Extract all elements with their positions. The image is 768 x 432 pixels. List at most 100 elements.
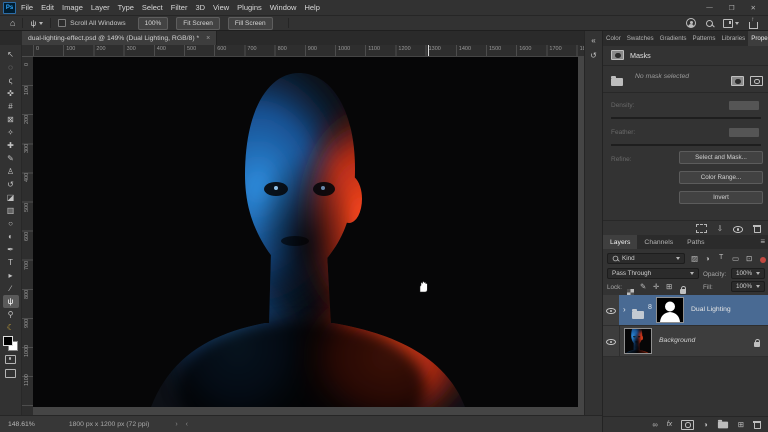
close-window-button[interactable]: ✕ xyxy=(751,4,756,12)
layers-tab-channels[interactable]: Channels xyxy=(637,235,680,249)
search-icon[interactable] xyxy=(706,19,713,27)
panel-tab-patterns[interactable]: Patterns xyxy=(689,31,718,46)
scroll-all-windows-checkbox[interactable] xyxy=(58,19,67,27)
pen-tool[interactable]: ✒ xyxy=(3,243,19,256)
menu-item-3d[interactable]: 3D xyxy=(195,3,205,12)
hand-tool[interactable]: ψ xyxy=(2,295,19,308)
foreground-background-colors[interactable] xyxy=(3,336,18,351)
delete-mask-trash-icon[interactable] xyxy=(753,224,761,233)
opacity-dropdown[interactable]: 100% xyxy=(731,268,765,279)
menu-item-select[interactable]: Select xyxy=(142,3,163,12)
lock-artboard-icon[interactable]: ⊞ xyxy=(666,282,672,291)
canvas-viewport[interactable] xyxy=(33,56,584,415)
gradient-tool[interactable]: ▥ xyxy=(3,204,19,217)
zoom-100-button[interactable]: 100% xyxy=(137,16,169,30)
lock-position-icon[interactable]: ✛ xyxy=(653,282,659,291)
filter-shape-layers-icon[interactable]: ▭ xyxy=(732,254,739,263)
filter-adjustment-layers-icon[interactable]: ◑ xyxy=(705,254,710,263)
healing-brush-tool[interactable]: ✚ xyxy=(3,139,19,152)
object-selection-tool[interactable]: ✜ xyxy=(3,87,19,100)
screen-mode-button[interactable] xyxy=(3,367,19,379)
panel-tab-libraries[interactable]: Libraries xyxy=(719,31,749,46)
group-expand-caret-icon[interactable]: › xyxy=(623,305,626,314)
density-slider[interactable] xyxy=(611,117,761,119)
invert-button[interactable]: Invert xyxy=(679,191,763,204)
add-vector-mask-icon[interactable] xyxy=(750,73,763,91)
layer-thumbnail[interactable] xyxy=(624,328,652,354)
menu-item-help[interactable]: Help xyxy=(304,3,319,12)
crop-tool[interactable]: # xyxy=(3,100,19,113)
select-and-mask-button[interactable]: Select and Mask... xyxy=(679,151,763,164)
close-tab-icon[interactable]: × xyxy=(206,35,210,42)
menu-item-plugins[interactable]: Plugins xyxy=(237,3,262,12)
edit-toolbar[interactable]: ☾ xyxy=(3,321,19,334)
document-tab[interactable]: dual-lighting-effect.psd @ 149% (Dual Li… xyxy=(22,31,218,45)
expand-dock-icon[interactable]: « xyxy=(591,36,595,45)
restore-window-button[interactable]: ❐ xyxy=(729,4,735,12)
layers-panel-menu-icon[interactable]: ≡ xyxy=(760,238,765,246)
zoom-tool[interactable]: ⚲ xyxy=(3,308,19,321)
brush-tool[interactable]: ✎ xyxy=(3,152,19,165)
foreground-color-swatch[interactable] xyxy=(3,336,13,346)
history-brush-tool[interactable]: ↺ xyxy=(3,178,19,191)
adjustment-layer-icon[interactable]: ◑ xyxy=(703,420,708,429)
quick-mask-button[interactable] xyxy=(3,353,19,365)
marquee-tool[interactable]: ◌ xyxy=(3,61,19,74)
workspace-switcher[interactable] xyxy=(723,18,739,28)
filter-smart-objects-icon[interactable]: ⊡ xyxy=(746,254,752,263)
panel-tab-swatches[interactable]: Swatches xyxy=(624,31,657,46)
canvas-document[interactable] xyxy=(33,57,578,407)
fill-dropdown[interactable]: 100% xyxy=(731,281,765,292)
layer-filter-kind-dropdown[interactable]: Kind xyxy=(607,253,685,264)
feather-slider[interactable] xyxy=(611,144,761,146)
color-range-button[interactable]: Color Range... xyxy=(679,171,763,184)
delete-layer-trash-icon[interactable] xyxy=(753,420,761,429)
add-layer-mask-icon[interactable] xyxy=(681,419,695,430)
blur-tool[interactable]: ○ xyxy=(3,217,19,230)
layer-mask-thumbnail[interactable] xyxy=(656,297,684,323)
menu-item-edit[interactable]: Edit xyxy=(41,3,54,12)
layers-tab-layers[interactable]: Layers xyxy=(603,235,638,249)
filter-type-layers-icon[interactable]: T xyxy=(719,254,723,261)
lock-image-pixels-icon[interactable]: ✎ xyxy=(640,282,646,291)
panel-tab-properties[interactable]: Properties xyxy=(748,31,768,46)
menu-item-image[interactable]: Image xyxy=(62,3,83,12)
hand-tool-preset-icon[interactable]: ψ xyxy=(30,19,36,28)
blend-mode-dropdown[interactable]: Pass Through xyxy=(607,268,699,279)
filter-pixel-layers-icon[interactable]: ▨ xyxy=(691,254,698,263)
mask-selection-icon[interactable] xyxy=(695,224,707,233)
mask-visibility-eye-icon[interactable] xyxy=(733,225,743,233)
panel-tab-color[interactable]: Color xyxy=(603,31,624,46)
menu-item-type[interactable]: Type xyxy=(118,3,134,12)
tool-preset-caret-icon[interactable] xyxy=(39,21,44,25)
feather-value-box[interactable] xyxy=(729,128,759,137)
layer-row-background[interactable]: Background xyxy=(603,326,768,357)
menu-item-layer[interactable]: Layer xyxy=(91,3,110,12)
layer-styles-fx-icon[interactable]: fx xyxy=(667,421,672,428)
menu-item-view[interactable]: View xyxy=(213,3,229,12)
new-layer-icon[interactable]: ⊞ xyxy=(738,420,744,429)
fill-screen-button[interactable]: Fill Screen xyxy=(227,16,273,30)
layer-visibility-eye-icon[interactable] xyxy=(603,326,620,356)
line-tool[interactable]: ∕ xyxy=(3,282,19,295)
apply-mask-icon[interactable]: ⇩ xyxy=(717,224,723,233)
layer-row-dual-lighting[interactable]: › 8 Dual Lighting xyxy=(603,295,768,326)
type-tool[interactable]: T xyxy=(3,256,19,269)
eyedropper-tool[interactable]: ✧ xyxy=(3,126,19,139)
share-icon[interactable] xyxy=(749,17,758,29)
panel-tab-gradients[interactable]: Gradients xyxy=(657,31,690,46)
status-bar-arrow-icon-2[interactable]: ‹ xyxy=(186,421,188,428)
layer-visibility-eye-icon[interactable] xyxy=(603,295,620,325)
minimize-window-button[interactable]: — xyxy=(706,4,713,12)
mask-link-icon[interactable]: 8 xyxy=(648,304,652,311)
lasso-tool[interactable]: ς xyxy=(3,74,19,87)
home-icon[interactable]: ⌂ xyxy=(10,18,15,28)
status-bar-arrow-icon[interactable]: › xyxy=(175,421,177,428)
density-value-box[interactable] xyxy=(729,101,759,110)
zoom-level-field[interactable]: 148.61% xyxy=(8,421,35,428)
clone-stamp-tool[interactable]: ♙ xyxy=(3,165,19,178)
move-tool[interactable]: ↖ xyxy=(3,48,19,61)
fit-screen-button[interactable]: Fit Screen xyxy=(176,16,220,30)
frame-tool[interactable]: ⊠ xyxy=(3,113,19,126)
layers-tab-paths[interactable]: Paths xyxy=(680,235,711,249)
